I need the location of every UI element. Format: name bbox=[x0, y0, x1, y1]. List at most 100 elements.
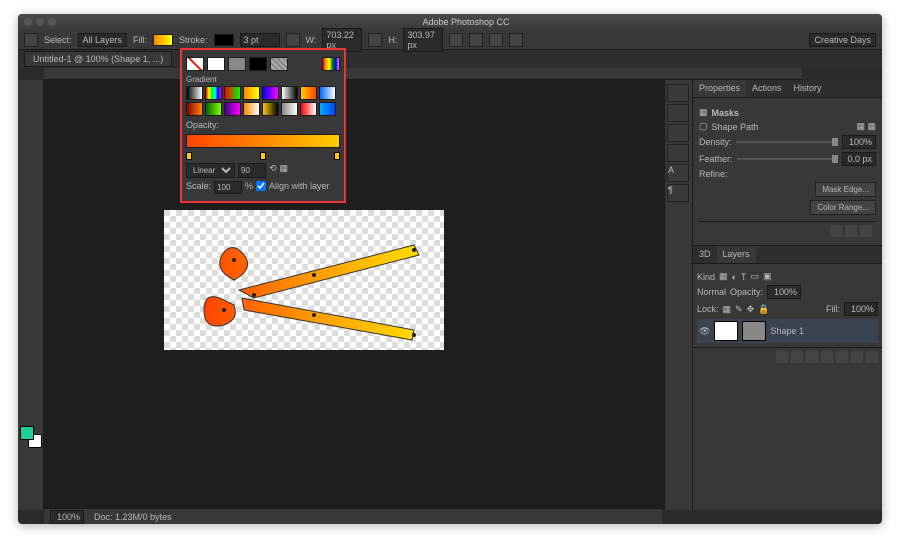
lock-paint-icon[interactable]: ✎ bbox=[735, 304, 743, 315]
lock-trans-icon[interactable]: ▦ bbox=[723, 304, 732, 315]
blur-tool[interactable] bbox=[20, 286, 42, 302]
gradient-preset[interactable] bbox=[205, 102, 222, 116]
eraser-tool[interactable] bbox=[20, 252, 42, 268]
mask-icon[interactable] bbox=[806, 351, 818, 363]
heal-tool[interactable] bbox=[20, 184, 42, 200]
scale-field[interactable] bbox=[214, 181, 242, 194]
gradient-preset[interactable] bbox=[243, 86, 260, 100]
dodge-tool[interactable] bbox=[20, 303, 42, 319]
trash-icon[interactable] bbox=[866, 351, 878, 363]
fill-none-icon[interactable] bbox=[186, 57, 204, 71]
lock-pos-icon[interactable]: ✥ bbox=[747, 304, 755, 315]
gradient-preset[interactable] bbox=[319, 102, 336, 116]
canvas-area[interactable] bbox=[44, 80, 664, 510]
brush-tool[interactable] bbox=[20, 201, 42, 217]
prop-trash-icon[interactable] bbox=[860, 225, 872, 237]
gradient-bar[interactable] bbox=[186, 134, 340, 148]
stop-mid[interactable] bbox=[260, 152, 266, 160]
ruler-horizontal[interactable] bbox=[44, 68, 802, 80]
stroke-options-icon[interactable] bbox=[286, 33, 300, 47]
color-picker-icon[interactable] bbox=[322, 57, 340, 71]
shape-tool[interactable] bbox=[20, 371, 42, 387]
fx-icon[interactable] bbox=[791, 351, 803, 363]
filter-pixel-icon[interactable]: ▦ bbox=[719, 271, 728, 282]
gradient-preset[interactable] bbox=[300, 86, 317, 100]
gradient-preset[interactable] bbox=[224, 86, 241, 100]
group-icon[interactable] bbox=[836, 351, 848, 363]
stroke-width-field[interactable]: 3 pt bbox=[240, 33, 280, 47]
canvas[interactable] bbox=[164, 210, 444, 350]
snap-icon[interactable]: ▦ bbox=[280, 163, 289, 178]
align-icon[interactable] bbox=[469, 33, 483, 47]
feather-slider[interactable] bbox=[737, 158, 838, 160]
tab-properties[interactable]: Properties bbox=[693, 80, 746, 97]
stop-left[interactable] bbox=[186, 152, 192, 160]
path-ops-icon[interactable] bbox=[449, 33, 463, 47]
fill-solid-icon[interactable] bbox=[207, 57, 225, 71]
crop-tool[interactable] bbox=[20, 150, 42, 166]
pen-tool[interactable] bbox=[20, 320, 42, 336]
mask-thumb[interactable] bbox=[742, 321, 766, 341]
fill-swatch[interactable] bbox=[153, 34, 173, 46]
filter-type-icon[interactable]: T bbox=[741, 272, 747, 282]
feather-value[interactable]: 0.0 px bbox=[842, 152, 876, 166]
zoom-icon[interactable] bbox=[48, 18, 56, 26]
move-tool[interactable] bbox=[20, 82, 42, 98]
gradient-preset[interactable] bbox=[281, 102, 298, 116]
filter-shape-icon[interactable]: ▭ bbox=[750, 271, 759, 282]
shape-scissors[interactable] bbox=[164, 210, 444, 350]
tab-3d[interactable]: 3D bbox=[693, 246, 717, 263]
hand-tool[interactable] bbox=[20, 388, 42, 404]
layer-fill-value[interactable]: 100% bbox=[844, 302, 878, 316]
tab-history[interactable]: History bbox=[788, 80, 828, 97]
workspace-switcher[interactable]: Creative Days bbox=[809, 33, 876, 47]
gradient-preset[interactable] bbox=[205, 86, 222, 100]
mask-toggle-icon[interactable]: ▦ ▦ bbox=[856, 121, 876, 132]
color-chips[interactable] bbox=[20, 426, 42, 448]
dock-swatches-icon[interactable] bbox=[667, 104, 689, 122]
reverse-icon[interactable]: ⟲ bbox=[269, 163, 277, 178]
dock-color-icon[interactable] bbox=[667, 84, 689, 102]
lock-all-icon[interactable]: 🔒 bbox=[758, 304, 769, 315]
gradient-preset[interactable] bbox=[224, 102, 241, 116]
gradient-preset[interactable] bbox=[281, 86, 298, 100]
gradient-type-dropdown[interactable]: Linear bbox=[186, 163, 235, 178]
prop-icon-2[interactable] bbox=[845, 225, 857, 237]
dock-para-icon[interactable]: ¶ bbox=[667, 184, 689, 202]
tab-layers[interactable]: Layers bbox=[717, 246, 756, 263]
tab-actions[interactable]: Actions bbox=[746, 80, 788, 97]
density-value[interactable]: 100% bbox=[842, 135, 876, 149]
marquee-tool[interactable] bbox=[20, 99, 42, 115]
dock-char-icon[interactable]: A bbox=[667, 164, 689, 182]
filter-smart-icon[interactable]: ▣ bbox=[763, 271, 772, 282]
lasso-tool[interactable] bbox=[20, 116, 42, 132]
layer-filter-kind[interactable]: Kind bbox=[697, 272, 715, 282]
zoom-level[interactable]: 100% bbox=[50, 510, 84, 524]
gradient-preset[interactable] bbox=[262, 102, 279, 116]
foreground-color-chip[interactable] bbox=[20, 426, 34, 440]
visibility-eye-icon[interactable]: 👁 bbox=[699, 326, 710, 337]
new-layer-icon[interactable] bbox=[851, 351, 863, 363]
blend-mode-dropdown[interactable]: Normal bbox=[697, 287, 726, 297]
density-slider[interactable] bbox=[736, 141, 838, 143]
stamp-tool[interactable] bbox=[20, 218, 42, 234]
dock-adjust-icon[interactable] bbox=[667, 124, 689, 142]
filter-adjust-icon[interactable]: ◐ bbox=[732, 272, 737, 282]
wand-tool[interactable] bbox=[20, 133, 42, 149]
tool-preset-icon[interactable] bbox=[24, 33, 38, 47]
minimize-icon[interactable] bbox=[36, 18, 44, 26]
layer-thumb[interactable] bbox=[714, 321, 738, 341]
path-select-tool[interactable] bbox=[20, 354, 42, 370]
dock-styles-icon[interactable] bbox=[667, 144, 689, 162]
layer-row[interactable]: 👁 Shape 1 bbox=[697, 319, 878, 343]
layer-opacity-value[interactable]: 100% bbox=[767, 285, 801, 299]
layer-name[interactable]: Shape 1 bbox=[770, 326, 804, 336]
height-field[interactable]: 303.97 px bbox=[403, 28, 443, 52]
gradient-preset[interactable] bbox=[186, 86, 203, 100]
prop-icon-1[interactable] bbox=[830, 225, 842, 237]
history-brush-tool[interactable] bbox=[20, 235, 42, 251]
link-layers-icon[interactable] bbox=[776, 351, 788, 363]
arrange-icon[interactable] bbox=[489, 33, 503, 47]
fill-gradient-icon[interactable] bbox=[228, 57, 246, 71]
link-wh-icon[interactable] bbox=[368, 33, 382, 47]
